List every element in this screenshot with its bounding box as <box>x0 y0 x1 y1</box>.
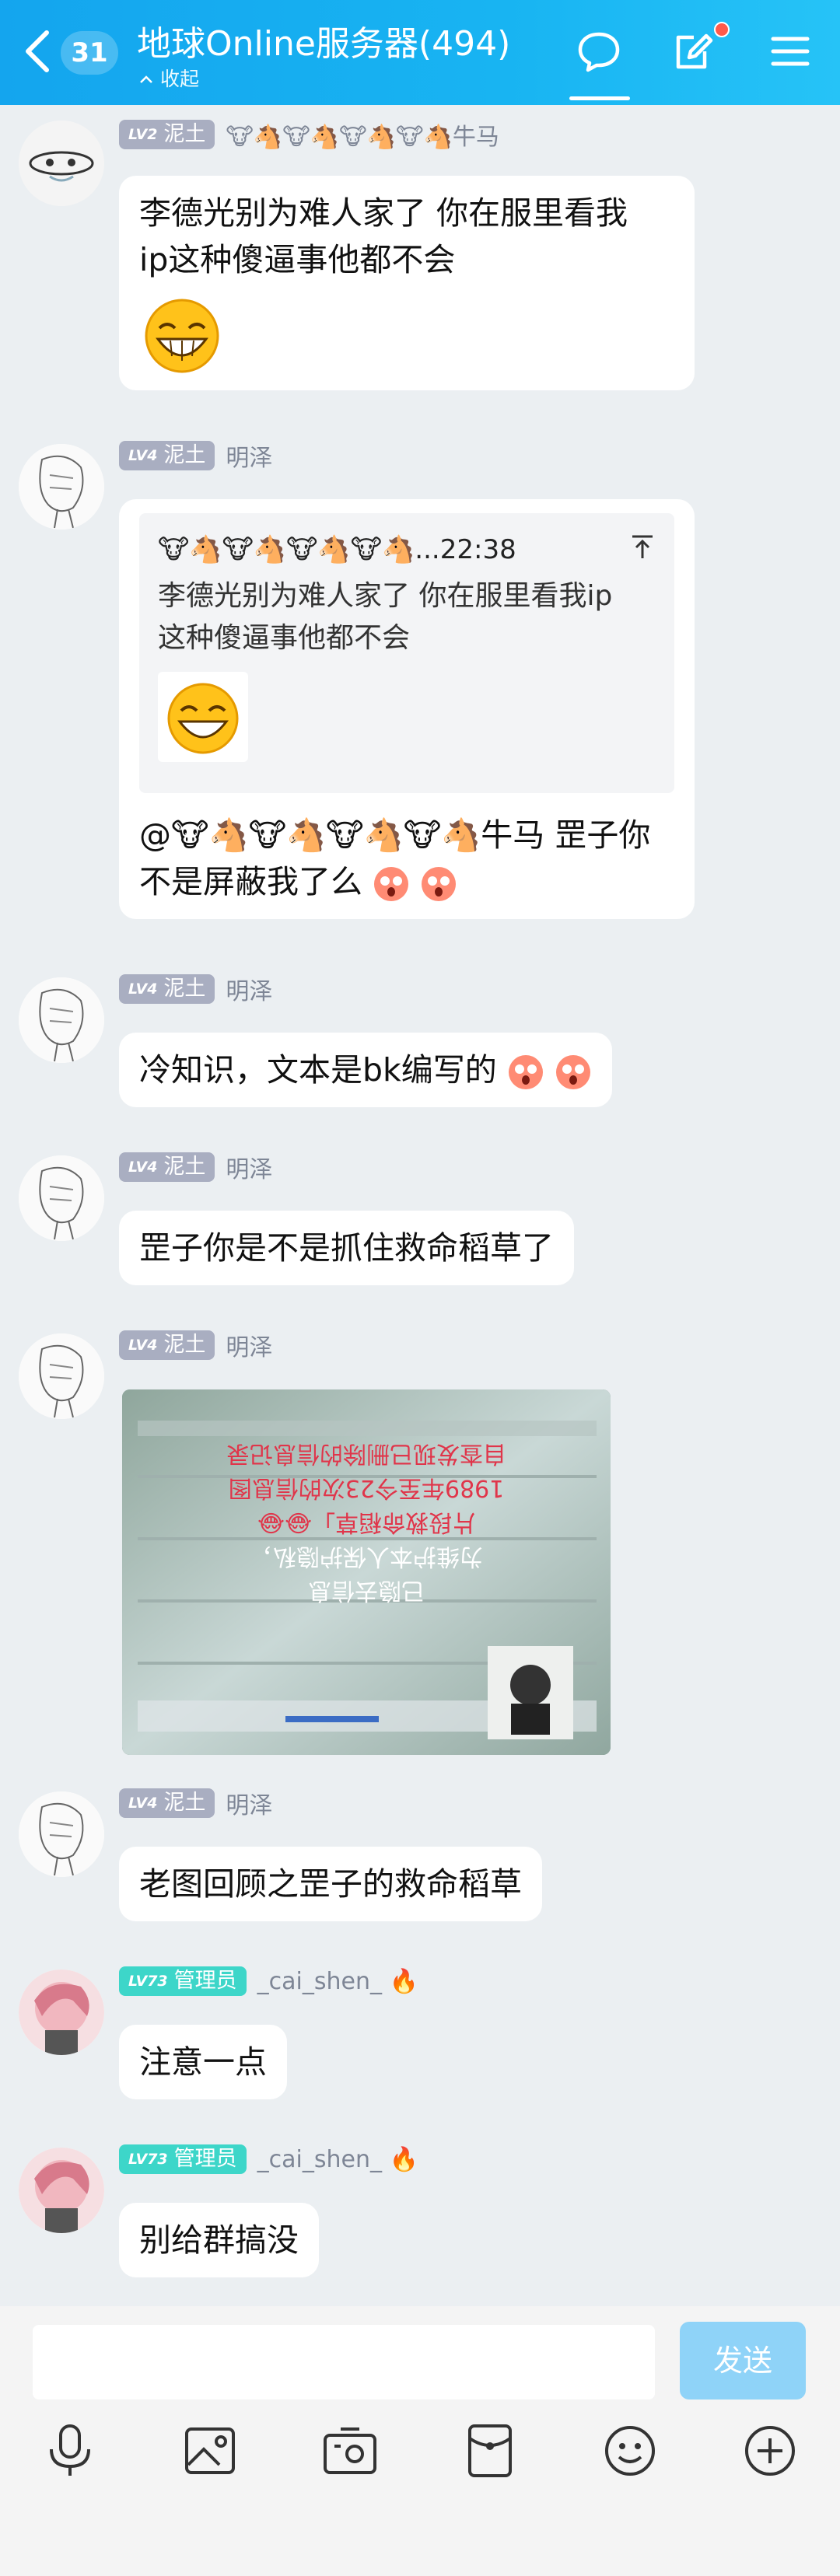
level-badge: LV4 泥土 <box>119 1330 215 1360</box>
message-bubble[interactable]: 别给群搞没 <box>119 2203 319 2277</box>
sender-name[interactable]: _cai_shen_ 🔥 <box>257 1968 418 1995</box>
level-badge: LV2 泥土 <box>119 120 215 149</box>
dizzy-face-emoji-icon <box>374 867 409 901</box>
sender-meta: LV4 泥土 明泽 <box>119 439 272 473</box>
level-badge: LV73 管理员 <box>119 2144 247 2174</box>
message-text: 老图回顾之罡子的救命稻草 <box>139 1865 522 1903</box>
back-arrow-icon[interactable] <box>22 26 53 76</box>
chat-bubble-icon[interactable] <box>576 28 622 75</box>
composer-bar: 发送 <box>0 2306 840 2399</box>
message-bubble[interactable]: 李德光别为难人家了 你在服里看我 ip这种傻逼事他都不会 <box>119 176 695 390</box>
dizzy-face-emoji-icon <box>508 1055 543 1089</box>
camera-icon[interactable] <box>319 2420 381 2482</box>
plus-circle-icon[interactable] <box>739 2420 801 2482</box>
level-badge: LV73 管理员 <box>119 1966 247 1996</box>
message-text: 罡子你是不是抓住救命稻草了 <box>139 1229 554 1267</box>
sender-name[interactable]: 🐮🐴🐮🐴🐮🐴🐮🐴牛马 <box>226 117 499 152</box>
quote-header: 🐮🐴🐮🐴🐮🐴🐮🐴...22:38 <box>158 534 516 565</box>
sender-meta: LV4 泥土 明泽 <box>119 1152 272 1183</box>
dizzy-face-emoji-icon <box>555 1055 590 1089</box>
message-text: ip这种傻逼事他都不会 <box>139 241 456 278</box>
avatar[interactable] <box>19 1791 104 1877</box>
grin-laugh-emoji-icon <box>145 299 219 373</box>
shared-image[interactable]: 已隐去信息 为维护本人保护隐私， 片段救命稻草」😂😂 1989年至今23次的信息… <box>122 1389 611 1755</box>
jump-to-original-icon[interactable] <box>629 533 656 560</box>
edit-note-icon[interactable] <box>670 28 717 75</box>
sender-meta: LV4 泥土 明泽 <box>119 1788 272 1819</box>
portrait-thumbnail <box>488 1646 573 1739</box>
level-badge: LV4 泥土 <box>119 441 215 470</box>
quote-text: 李德光别为难人家了 你在服里看我ip <box>158 580 613 612</box>
notification-dot <box>714 22 730 37</box>
chat-header: 31 地球Online服务器(494) 收起 <box>0 0 840 105</box>
message-text: @🐮🐴🐮🐴🐮🐴🐮🐴牛马 罡子你 <box>139 816 651 854</box>
sender-name[interactable]: 明泽 <box>226 1150 272 1184</box>
grin-laugh-emoji-icon <box>158 672 248 762</box>
message-text: 李德光别为难人家了 你在服里看我 <box>139 194 628 232</box>
sender-meta: LV2 泥土 🐮🐴🐮🐴🐮🐴🐮🐴牛马 <box>119 117 499 152</box>
avatar[interactable] <box>19 1970 104 2055</box>
level-badge: LV4 泥土 <box>119 1788 215 1818</box>
input-toolbar <box>0 2399 840 2576</box>
message-text: 注意一点 <box>139 2043 267 2081</box>
avatar[interactable] <box>19 1155 104 1241</box>
sender-name[interactable]: 明泽 <box>226 972 272 1006</box>
sender-meta: LV4 泥土 明泽 <box>119 1330 272 1361</box>
unread-count-badge[interactable]: 31 <box>61 31 118 75</box>
chevron-up-icon <box>140 75 152 83</box>
emoji-smile-icon[interactable] <box>599 2420 661 2482</box>
avatar[interactable] <box>19 121 104 206</box>
quote-text: 这种傻逼事他都不会 <box>158 622 411 654</box>
sender-meta: LV73 管理员 _cai_shen_ 🔥 <box>119 1966 418 1997</box>
dizzy-face-emoji-icon <box>422 867 457 901</box>
send-button[interactable]: 发送 <box>680 2322 806 2399</box>
sender-name[interactable]: 明泽 <box>226 1786 272 1820</box>
message-text: 不是屏蔽我了么 <box>139 858 674 905</box>
level-badge: LV4 泥土 <box>119 974 215 1004</box>
collapse-toggle[interactable]: 收起 <box>138 64 199 92</box>
message-input[interactable] <box>33 2325 655 2399</box>
red-packet-icon[interactable] <box>459 2420 521 2482</box>
sender-meta: LV73 管理员 _cai_shen_ 🔥 <box>119 2144 418 2175</box>
menu-icon[interactable] <box>767 28 814 75</box>
sender-meta: LV4 泥土 明泽 <box>119 973 272 1005</box>
message-text: 别给群搞没 <box>139 2221 299 2259</box>
image-overlay-text: 已隐去信息 为维护本人保护隐私， 片段救命稻草」😂😂 1989年至今23次的信息… <box>226 1440 506 1604</box>
message-bubble[interactable]: 罡子你是不是抓住救命稻草了 <box>119 1211 574 1285</box>
quoted-message[interactable]: 🐮🐴🐮🐴🐮🐴🐮🐴...22:38 李德光别为难人家了 你在服里看我ip 这种傻逼… <box>139 513 674 793</box>
image-picker-icon[interactable] <box>179 2420 241 2482</box>
sender-name[interactable]: 明泽 <box>226 1328 272 1362</box>
message-text: 冷知识，文本是bk编写的 <box>139 1051 497 1089</box>
microphone-icon[interactable] <box>39 2420 101 2482</box>
message-bubble[interactable]: 冷知识，文本是bk编写的 <box>119 1033 612 1107</box>
sender-name[interactable]: 明泽 <box>226 439 272 473</box>
level-badge: LV4 泥土 <box>119 1152 215 1182</box>
avatar[interactable] <box>19 977 104 1063</box>
message-bubble[interactable]: 老图回顾之罡子的救命稻草 <box>119 1847 542 1921</box>
active-tab-indicator <box>569 96 630 100</box>
avatar[interactable] <box>19 1333 104 1419</box>
group-title[interactable]: 地球Online服务器(494) <box>137 16 510 65</box>
avatar[interactable] <box>19 444 104 530</box>
message-bubble[interactable]: 🐮🐴🐮🐴🐮🐴🐮🐴...22:38 李德光别为难人家了 你在服里看我ip 这种傻逼… <box>119 499 695 919</box>
sender-name[interactable]: _cai_shen_ 🔥 <box>257 2146 418 2173</box>
collapse-label: 收起 <box>159 68 199 90</box>
avatar[interactable] <box>19 2148 104 2233</box>
message-bubble[interactable]: 注意一点 <box>119 2025 287 2099</box>
